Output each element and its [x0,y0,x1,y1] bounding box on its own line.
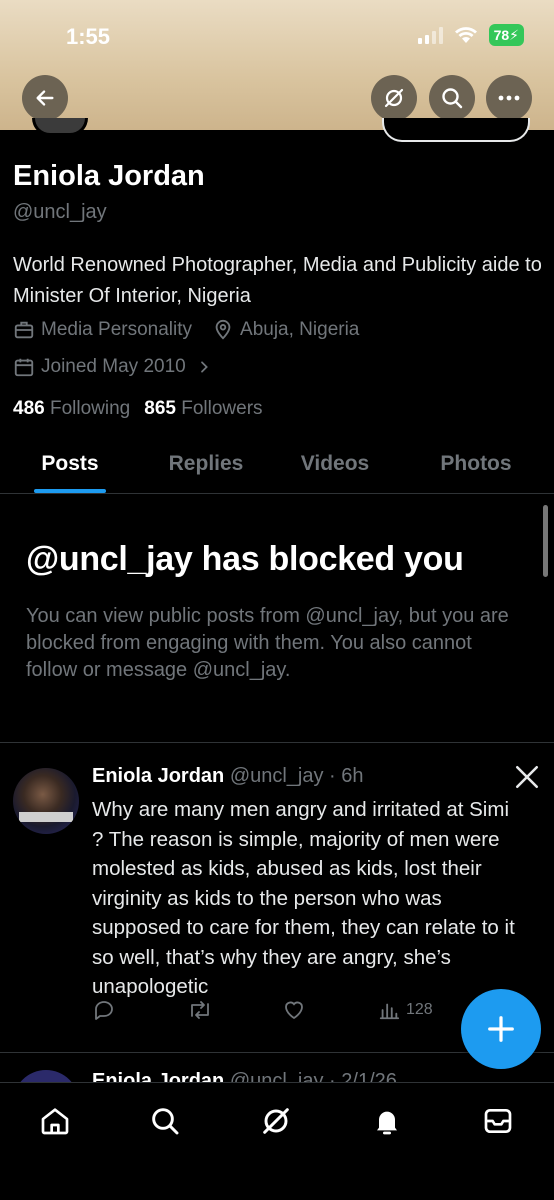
nav-home[interactable] [35,1101,75,1141]
status-icons: 78⚡ [417,24,524,46]
more-icon [498,95,520,101]
location-icon [215,319,231,340]
reply-button[interactable] [92,998,116,1022]
profile-category: Media Personality [41,319,193,340]
briefcase-icon [14,321,34,339]
views-icon [379,1003,400,1020]
back-button[interactable] [22,75,68,121]
compose-button[interactable] [461,989,541,1069]
signal-icon [417,26,443,44]
profile-bio: World Renowned Photographer, Media and P… [13,254,542,307]
grok-button[interactable] [371,75,417,121]
search-icon [442,88,463,109]
scrollbar[interactable] [543,505,548,577]
post-header: Eniola Jordan @uncl_jay · 2/1/26 [92,1070,397,1082]
tab-posts[interactable]: Posts [0,436,140,493]
profile-handle: @uncl_jay [13,201,107,223]
home-icon [41,1108,69,1135]
post-author[interactable]: Eniola Jordan [92,1070,224,1082]
profile-name: Eniola Jordan [13,160,205,192]
blocked-description: You can view public posts from @uncl_jay… [26,605,509,681]
search-icon [152,1108,179,1135]
plus-icon [488,1016,514,1042]
chevron-right-icon [200,361,208,373]
post-avatar[interactable] [13,1070,79,1082]
post-text: Why are many men angry and irritated at … [92,798,515,998]
nav-search[interactable] [145,1101,185,1141]
heart-icon [285,1001,303,1020]
battery-indicator: 78⚡ [488,24,524,46]
blocked-title: @uncl_jay has blocked you [26,540,464,578]
profile-joined-row[interactable]: Joined May 2010 [13,356,212,378]
profile-location: Abuja, Nigeria [240,319,360,340]
more-button[interactable] [486,75,532,121]
bottom-nav [0,1082,554,1200]
post-author[interactable]: Eniola Jordan [92,765,224,787]
tab-videos[interactable]: Videos [272,436,398,493]
divider [0,742,554,743]
active-tab-indicator [34,489,106,493]
messages-icon [484,1109,512,1133]
tab-replies[interactable]: Replies [140,436,272,493]
follow-counts: 486 Following 865 Followers [13,398,263,420]
grok-icon [263,1108,289,1134]
status-time: 1:55 [66,24,111,49]
following-link[interactable]: 486 Following [13,398,130,420]
post-time: 6h [341,765,364,787]
post-item[interactable]: Eniola Jordan @uncl_jay · 2/1/26 [0,1054,554,1082]
search-button[interactable] [429,75,475,121]
post-avatar[interactable] [13,768,79,834]
profile-joined: Joined May 2010 [41,356,186,377]
tab-photos[interactable]: Photos [398,436,554,493]
views-button[interactable]: 128 [378,999,433,1021]
nav-notifications[interactable] [367,1101,407,1141]
repost-icon [191,1001,209,1019]
profile-tabs: Posts Replies Videos Photos [0,436,554,494]
x-logo-icon [515,765,539,789]
arrow-left-icon [36,90,54,106]
post-header: Eniola Jordan @uncl_jay · 6h [92,765,364,787]
follow-button-peek [382,118,530,142]
calendar-icon [14,358,34,377]
followers-link[interactable]: 865 Followers [144,398,262,420]
views-count: 128 [406,1001,433,1018]
post-handle: @uncl_jay [229,765,324,787]
profile-avatar[interactable] [32,118,88,136]
post-time: 2/1/26 [341,1070,397,1082]
nav-grok[interactable] [256,1101,296,1141]
nav-messages[interactable] [478,1101,518,1141]
profile-meta-row: Media Personality Abuja, Nigeria [13,319,359,341]
post-handle: @uncl_jay [229,1070,324,1082]
wifi-icon [454,27,477,43]
grok-icon [384,88,404,108]
repost-button[interactable] [187,998,213,1022]
like-button[interactable] [282,998,306,1022]
reply-icon [95,1001,113,1020]
notifications-icon [377,1111,397,1135]
